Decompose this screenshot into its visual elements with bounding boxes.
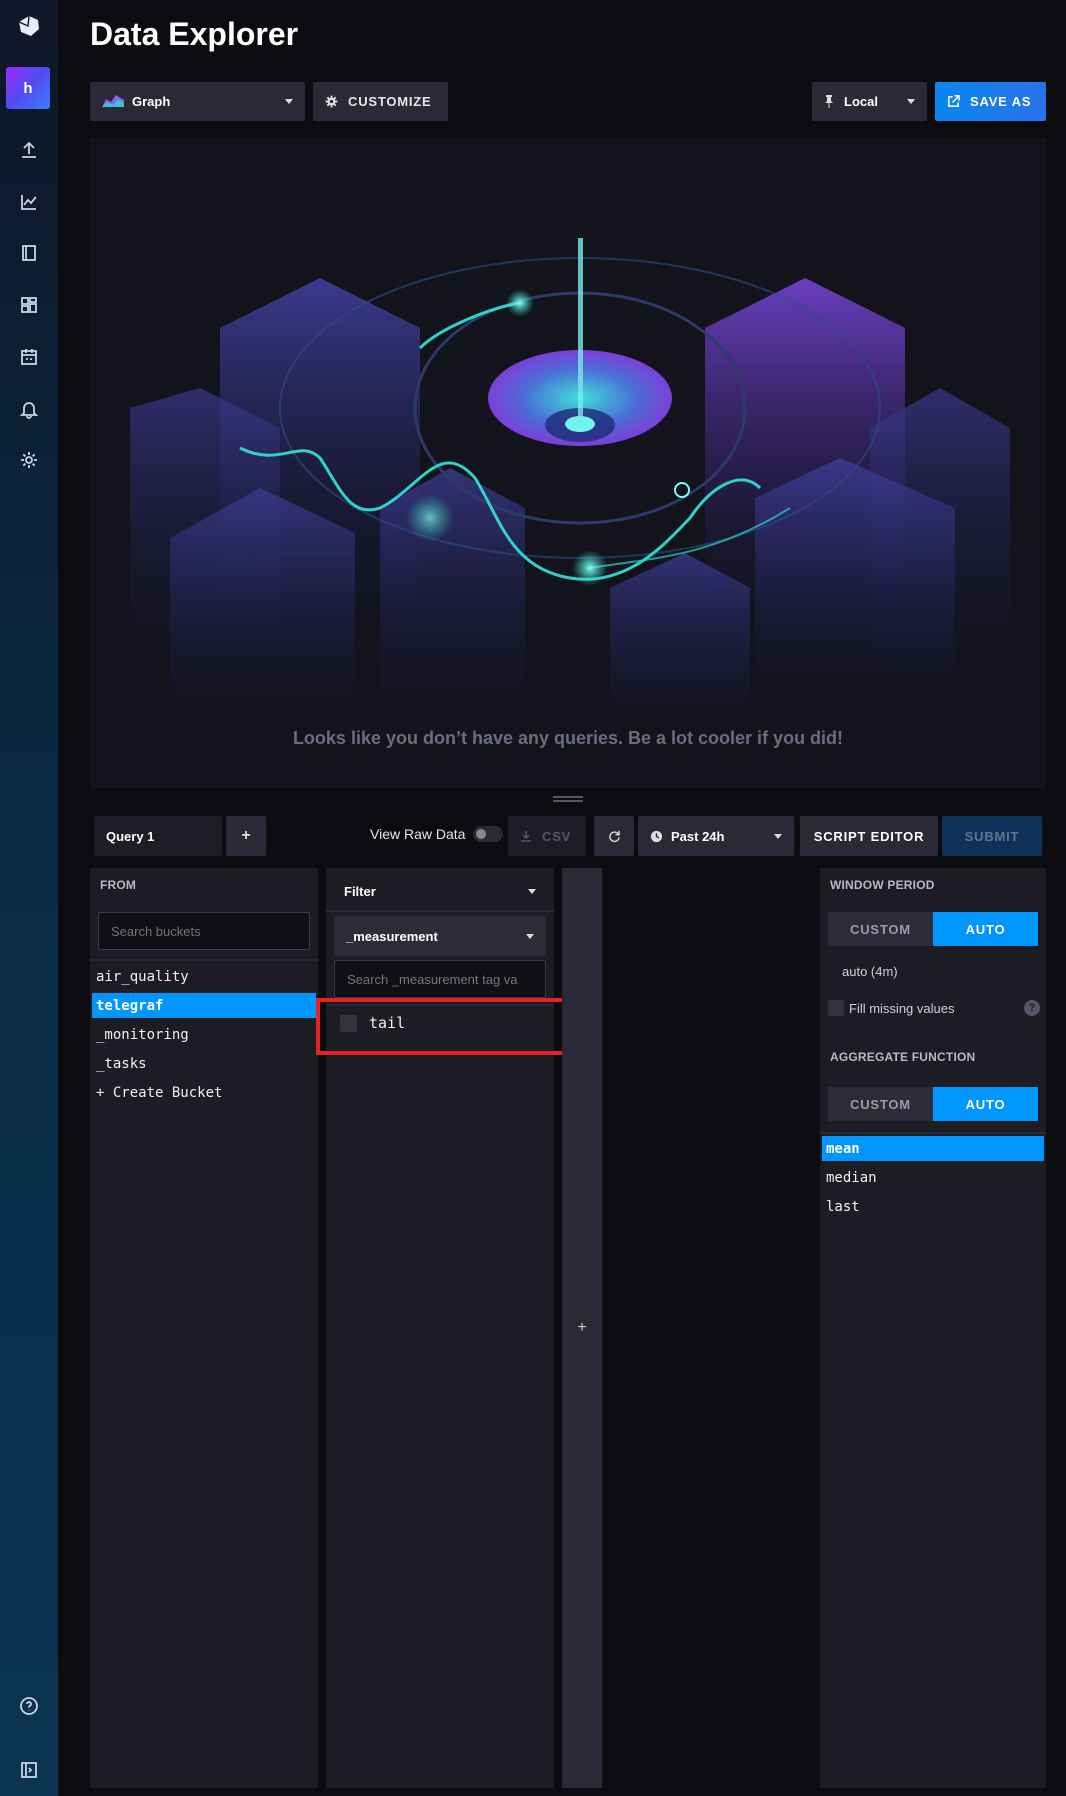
csv-download-button[interactable]: CSV bbox=[508, 816, 586, 856]
refresh-button[interactable] bbox=[594, 816, 634, 856]
customize-button[interactable]: CUSTOMIZE bbox=[313, 82, 448, 121]
tag-key-dropdown[interactable]: _measurement bbox=[334, 916, 546, 956]
plus-icon: + bbox=[577, 1319, 587, 1336]
script-editor-button[interactable]: SCRIPT EDITOR bbox=[800, 816, 938, 856]
filter-mode-dropdown[interactable]: Filter bbox=[334, 872, 546, 910]
graph-type-icon bbox=[102, 93, 124, 110]
fill-missing-checkbox[interactable] bbox=[828, 1000, 844, 1016]
clock-icon bbox=[650, 830, 663, 843]
chevron-down-icon bbox=[526, 933, 534, 939]
timezone-label: Local bbox=[844, 94, 878, 109]
submit-button[interactable]: SUBMIT bbox=[942, 816, 1042, 856]
view-raw-data-toggle-group: View Raw Data bbox=[370, 826, 504, 842]
tasks-calendar-icon[interactable] bbox=[17, 345, 41, 369]
add-query-button[interactable]: + bbox=[226, 816, 266, 856]
settings-gear-icon[interactable] bbox=[17, 448, 41, 472]
export-icon bbox=[947, 95, 960, 108]
pin-icon bbox=[824, 95, 834, 108]
window-custom-button[interactable]: CUSTOM bbox=[828, 912, 933, 946]
refresh-icon bbox=[608, 830, 621, 843]
query-tab-label: Query 1 bbox=[106, 828, 155, 844]
empty-state-message: Looks like you don’t have any queries. B… bbox=[292, 728, 844, 748]
view-raw-data-toggle[interactable] bbox=[473, 826, 504, 842]
bucket-item-telegraf[interactable]: telegraf bbox=[92, 993, 316, 1018]
script-editor-label: SCRIPT EDITOR bbox=[813, 828, 925, 844]
graph-type-label: Graph bbox=[132, 94, 171, 109]
plus-icon: + bbox=[241, 827, 251, 844]
time-range-label: Past 24h bbox=[671, 828, 725, 844]
fill-missing-row: Fill missing values ? bbox=[828, 1000, 1040, 1016]
gear-icon bbox=[325, 95, 338, 108]
window-period-toggle: CUSTOM AUTO bbox=[828, 912, 1038, 946]
graph-empty-state: Looks like you don’t have any queries. B… bbox=[90, 138, 1046, 788]
sidebar-nav: h bbox=[0, 0, 58, 1796]
divider bbox=[90, 959, 318, 961]
chevron-down-icon bbox=[774, 833, 782, 839]
aggregate-function-toggle: CUSTOM AUTO bbox=[828, 1087, 1038, 1121]
org-avatar[interactable]: h bbox=[6, 67, 50, 109]
bucket-item-tasks[interactable]: _tasks bbox=[92, 1051, 316, 1076]
divider bbox=[820, 1132, 1046, 1134]
aggregate-function-header: AGGREGATE FUNCTION bbox=[830, 1050, 976, 1064]
fill-missing-label: Fill missing values bbox=[849, 1000, 955, 1016]
avatar-letter: h bbox=[23, 79, 33, 97]
graph-icon[interactable] bbox=[17, 190, 41, 214]
tag-key-label: _measurement bbox=[346, 928, 438, 944]
customize-label: CUSTOMIZE bbox=[348, 94, 432, 109]
csv-label: CSV bbox=[542, 828, 572, 844]
window-period-value: auto (4m) bbox=[842, 964, 898, 979]
resize-drag-handle[interactable] bbox=[553, 796, 583, 802]
collapse-icon[interactable] bbox=[17, 1758, 41, 1782]
window-auto-button[interactable]: AUTO bbox=[933, 912, 1038, 946]
function-item-mean[interactable]: mean bbox=[822, 1136, 1044, 1161]
notebook-icon[interactable] bbox=[17, 241, 41, 265]
influxdb-logo-icon[interactable] bbox=[0, 0, 58, 52]
from-header: FROM bbox=[100, 878, 137, 892]
upload-icon[interactable] bbox=[17, 138, 41, 162]
bucket-item-air-quality[interactable]: air_quality bbox=[92, 964, 316, 989]
save-as-label: SAVE AS bbox=[970, 94, 1032, 109]
chevron-down-icon bbox=[907, 99, 915, 104]
function-item-last[interactable]: last bbox=[822, 1194, 1044, 1219]
query-tab[interactable]: Query 1 bbox=[94, 816, 222, 856]
download-icon bbox=[520, 830, 532, 842]
function-custom-button[interactable]: CUSTOM bbox=[828, 1087, 933, 1121]
alerts-bell-icon[interactable] bbox=[17, 397, 41, 421]
create-bucket-link[interactable]: + Create Bucket bbox=[92, 1080, 316, 1105]
page-title: Data Explorer bbox=[90, 16, 299, 52]
bucket-search-input[interactable] bbox=[98, 912, 310, 950]
tag-value-search-input[interactable] bbox=[334, 960, 546, 998]
chevron-down-icon bbox=[528, 888, 536, 894]
empty-state-illustration bbox=[130, 238, 1010, 728]
aggregate-panel: WINDOW PERIOD CUSTOM AUTO auto (4m) Fill… bbox=[820, 868, 1046, 1788]
bucket-item-monitoring[interactable]: _monitoring bbox=[92, 1022, 316, 1047]
highlight-annotation-box bbox=[316, 998, 578, 1055]
timezone-dropdown[interactable]: Local bbox=[812, 82, 927, 121]
divider bbox=[326, 910, 554, 912]
help-icon[interactable] bbox=[17, 1694, 41, 1718]
filter-mode-label: Filter bbox=[344, 883, 376, 899]
add-filter-button[interactable]: + bbox=[562, 868, 602, 1788]
window-period-header: WINDOW PERIOD bbox=[830, 878, 935, 892]
view-raw-data-label: View Raw Data bbox=[370, 826, 466, 842]
graph-type-dropdown[interactable]: Graph bbox=[90, 82, 305, 121]
dashboards-icon[interactable] bbox=[17, 293, 41, 317]
save-as-button[interactable]: SAVE AS bbox=[935, 82, 1046, 121]
function-item-median[interactable]: median bbox=[822, 1165, 1044, 1190]
help-icon[interactable]: ? bbox=[1024, 1000, 1040, 1016]
submit-label: SUBMIT bbox=[964, 828, 1020, 844]
function-auto-button[interactable]: AUTO bbox=[933, 1087, 1038, 1121]
from-panel: FROM air_quality telegraf _monitoring _t… bbox=[90, 868, 318, 1788]
time-range-dropdown[interactable]: Past 24h bbox=[638, 816, 794, 856]
chevron-down-icon bbox=[285, 99, 293, 104]
